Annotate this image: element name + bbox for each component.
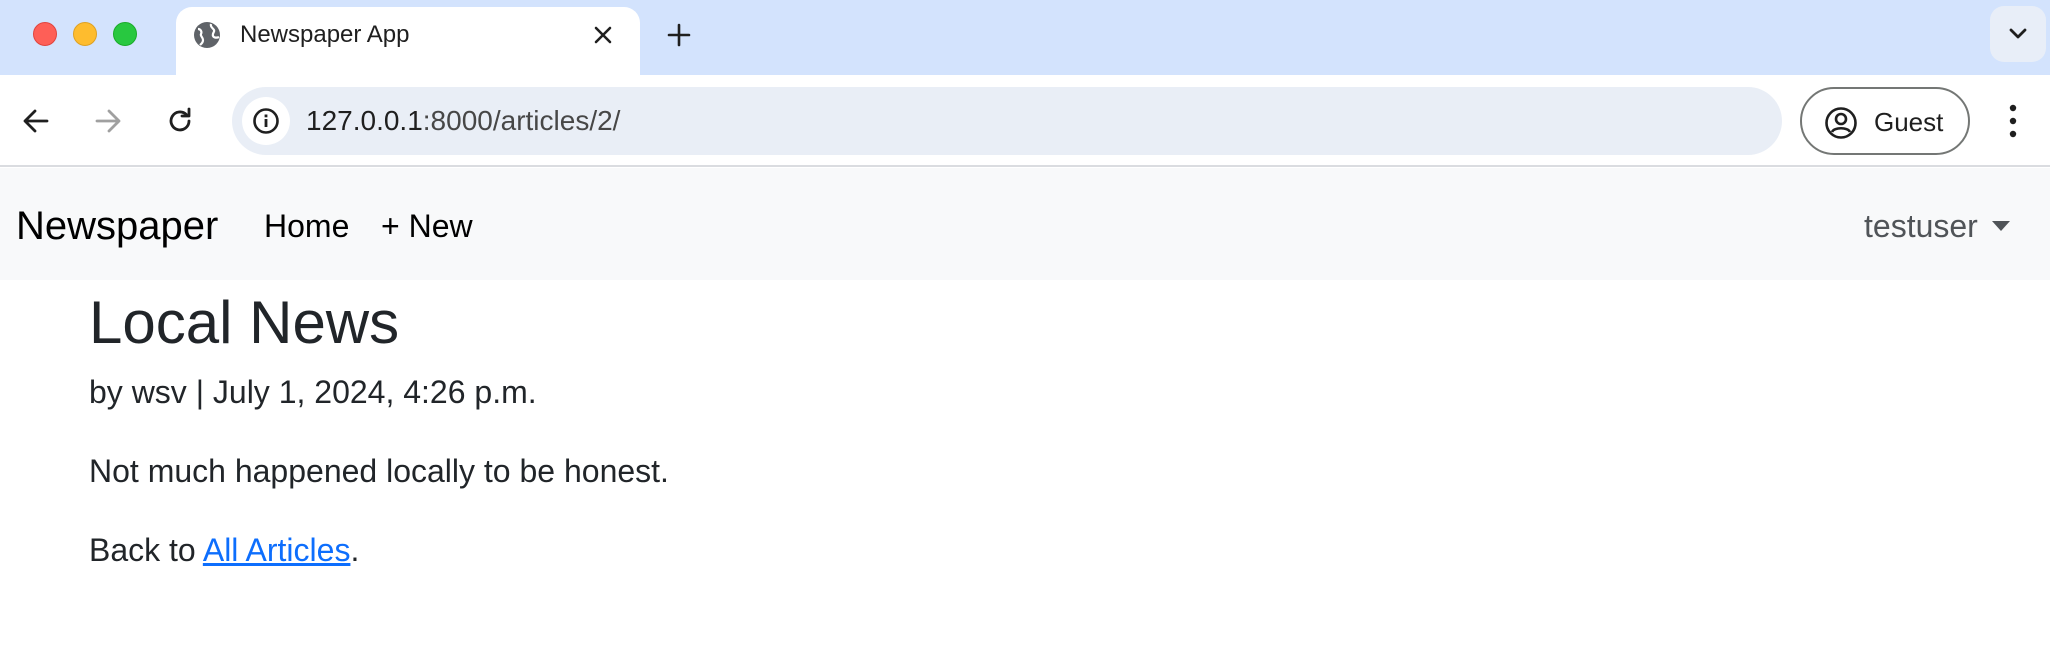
article-title: Local News: [89, 289, 400, 356]
window-minimize-button[interactable]: [73, 22, 97, 46]
reload-button[interactable]: [162, 103, 198, 139]
browser-tab-active[interactable]: Newspaper App: [176, 7, 640, 75]
site-navbar: Newspaper Home + New testuser: [0, 168, 2050, 280]
all-articles-link[interactable]: All Articles: [203, 532, 351, 568]
article-byline: by wsv | July 1, 2024, 4:26 p.m.: [89, 374, 537, 410]
back-button[interactable]: [18, 103, 54, 139]
site-brand-link[interactable]: Newspaper: [16, 202, 218, 250]
window-zoom-button[interactable]: [113, 22, 137, 46]
tab-search-button[interactable]: [1990, 6, 2046, 62]
nav-home-link[interactable]: Home: [264, 204, 349, 248]
url-text[interactable]: 127.0.0.1:8000/articles/2/: [306, 103, 620, 139]
browser-tab-strip: Newspaper App: [0, 0, 2050, 75]
arrow-right-icon: [95, 109, 121, 133]
reload-icon: [169, 107, 191, 132]
article-detail: Local News by wsv | July 1, 2024, 4:26 p…: [89, 280, 1889, 572]
address-bar[interactable]: 127.0.0.1:8000/articles/2/: [232, 87, 1782, 155]
url-host: 127.0.0.1: [306, 105, 423, 136]
arrow-left-icon: [23, 109, 49, 133]
back-suffix: .: [350, 532, 360, 568]
back-prefix: Back to: [89, 532, 203, 568]
forward-button[interactable]: [90, 103, 126, 139]
close-icon[interactable]: [591, 23, 615, 47]
window-close-button[interactable]: [33, 22, 57, 46]
profile-label: Guest: [1874, 107, 1944, 137]
chevron-down-icon: [2009, 28, 2027, 39]
article-body: Not much happened locally to be honest.: [89, 453, 669, 489]
user-dropdown-toggle[interactable]: testuser: [1864, 204, 2010, 248]
globe-icon: [192, 20, 222, 50]
browser-menu-button[interactable]: [1998, 99, 2028, 143]
tab-title: Newspaper App: [240, 21, 410, 48]
username-label: testuser: [1864, 208, 1978, 244]
new-tab-button[interactable]: [664, 20, 694, 50]
more-vertical-icon: [2009, 104, 2017, 138]
back-to-articles-line: Back to All Articles.: [89, 528, 1889, 572]
plus-icon: [667, 23, 691, 47]
caret-down-icon: [1991, 220, 2010, 231]
site-info-button[interactable]: [242, 97, 290, 145]
browser-toolbar: 127.0.0.1:8000/articles/2/ Guest: [0, 75, 2050, 167]
nav-new-article-link[interactable]: + New: [381, 204, 473, 248]
account-circle-icon: [1825, 107, 1857, 139]
url-path: :8000/articles/2/: [422, 105, 621, 136]
profile-button[interactable]: Guest: [1800, 87, 1970, 155]
info-icon: [253, 108, 279, 134]
